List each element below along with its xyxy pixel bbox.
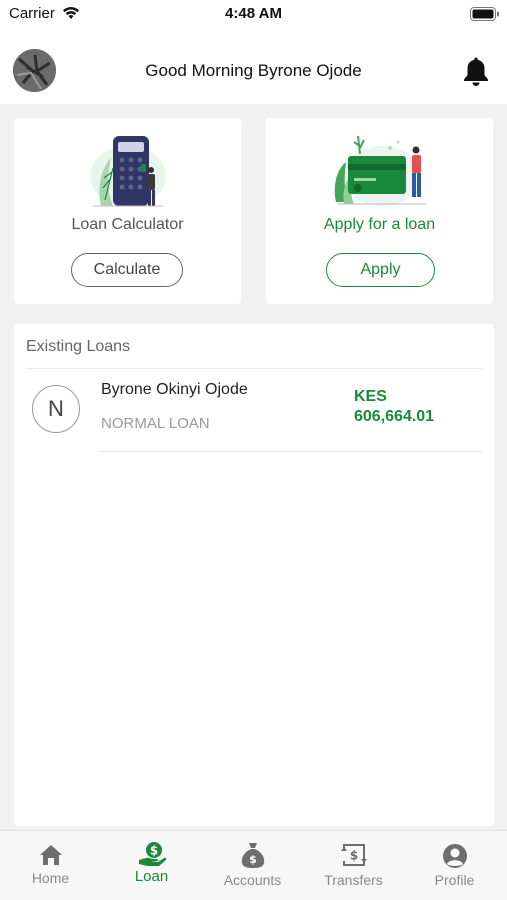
existing-loans-panel: Existing Loans N Byrone Okinyi Ojode NOR… (14, 324, 494, 826)
tab-accounts[interactable]: $ Accounts (202, 831, 303, 900)
loan-type: NORMAL LOAN (101, 415, 210, 432)
apply-button[interactable]: Apply (326, 253, 435, 287)
tab-home[interactable]: Home (0, 831, 101, 900)
greeting-title: Good Morning Byrone Ojode (145, 61, 362, 80)
tab-loan[interactable]: $ Loan (101, 831, 202, 900)
divider (101, 451, 482, 452)
loan-amount: 606,664.01 (354, 408, 435, 425)
loan-calculator-title: Loan Calculator (71, 216, 184, 233)
loan-currency: KES (354, 388, 387, 405)
home-icon (39, 845, 62, 865)
loan-initial-avatar: N (32, 385, 80, 433)
calculate-button[interactable]: Calculate (71, 253, 183, 287)
money-bag-icon: $ (241, 843, 264, 868)
loan-holder-name: Byrone Okinyi Ojode (101, 381, 248, 398)
tab-transfers[interactable]: $ Transfers (303, 831, 404, 900)
svg-text:$: $ (249, 853, 257, 866)
app-header: Good Morning Byrone Ojode (0, 30, 507, 104)
status-time: 4:48 AM (225, 5, 282, 22)
tab-label: Accounts (223, 872, 282, 888)
profile-icon (442, 844, 467, 868)
tab-label: Home (31, 870, 70, 886)
tab-label: Transfers (324, 872, 383, 888)
battery-icon (470, 7, 500, 26)
loan-calculator-card: Loan Calculator Calculate (14, 118, 241, 304)
loan-list-item[interactable]: N Byrone Okinyi Ojode NORMAL LOAN KES 60… (14, 369, 494, 453)
tab-label: Profile (434, 872, 475, 888)
calculator-illustration (14, 128, 241, 212)
svg-text:$: $ (349, 849, 357, 863)
tab-profile[interactable]: Profile (404, 831, 505, 900)
apply-illustration (266, 128, 493, 212)
existing-loans-heading: Existing Loans (26, 338, 131, 355)
transfer-icon: $ (340, 844, 367, 866)
apply-loan-title: Apply for a loan (323, 216, 436, 233)
tab-label: Loan (134, 868, 169, 885)
bottom-tab-bar: Home $ Loan $ Accounts $ Transfers Profi… (0, 830, 507, 900)
status-bar: Carrier 4:48 AM (0, 0, 507, 30)
loan-icon: $ (138, 842, 166, 866)
svg-text:$: $ (149, 844, 157, 858)
apply-loan-card: Apply for a loan Apply (266, 118, 493, 304)
bell-icon[interactable] (463, 56, 489, 91)
